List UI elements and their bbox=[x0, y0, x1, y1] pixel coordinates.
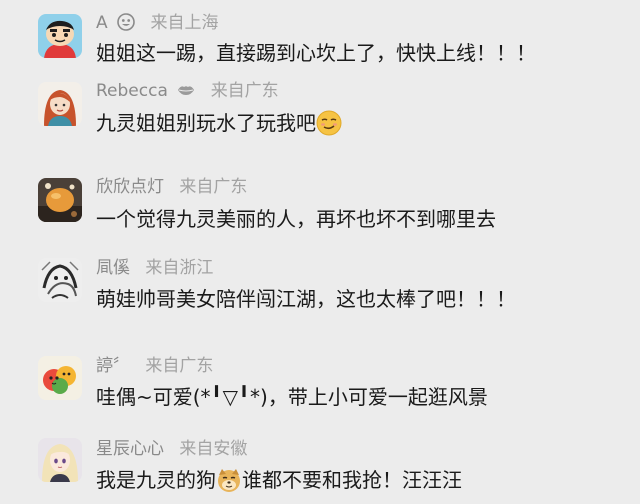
user-avatar[interactable] bbox=[38, 438, 82, 482]
comment-text: 一个觉得九灵美丽的人，再坏也坏不到哪里去 bbox=[96, 207, 496, 231]
username[interactable]: Rebecca bbox=[96, 81, 168, 101]
doge-emoji bbox=[218, 469, 240, 492]
crayon-shinchan-avatar bbox=[38, 14, 82, 58]
comment-meta: 星辰心心 来自安徽 bbox=[96, 438, 247, 460]
location-label: 来自广东 bbox=[179, 177, 248, 197]
comment-text: 九灵姐姐别玩水了玩我吧 bbox=[96, 108, 342, 138]
comment-text: 哇偶~可爱(*╹▽╹*)，带上小可爱一起逛风景 bbox=[96, 385, 488, 409]
comment-text-after: 谁都不要和我抢！汪汪汪 bbox=[242, 468, 462, 492]
username[interactable]: 諪〞 bbox=[96, 356, 130, 376]
user-avatar[interactable] bbox=[38, 356, 82, 400]
comment-text: 姐姐这一踢，直接踢到心坎上了，快快上线！！！ bbox=[96, 41, 536, 65]
comment-meta: 凬傒 来自浙江 bbox=[96, 257, 213, 279]
location-label: 来自广东 bbox=[210, 81, 279, 101]
ink-sketch-avatar bbox=[38, 258, 82, 302]
username[interactable]: 欣欣点灯 bbox=[96, 177, 164, 197]
location-label: 来自安徽 bbox=[179, 439, 248, 459]
user-avatar[interactable] bbox=[38, 82, 82, 126]
username[interactable]: 星辰心心 bbox=[96, 439, 164, 459]
user-avatar[interactable] bbox=[38, 14, 82, 58]
location-label: 来自浙江 bbox=[145, 258, 214, 278]
comment-meta: 欣欣点灯 来自广东 bbox=[96, 176, 247, 198]
comment-meta: A 来自上海 bbox=[96, 12, 218, 34]
kiss-lips-icon bbox=[178, 86, 195, 95]
smug-face-emoji bbox=[316, 110, 342, 136]
comment-text: 萌娃帅哥美女陪伴闯江湖，这也太棒了吧！！！ bbox=[96, 287, 516, 311]
comment-meta: Rebecca 来自广东 bbox=[96, 80, 279, 102]
username[interactable]: 凬傒 bbox=[96, 258, 130, 278]
comment-list: A 来自上海 姐姐这一踢，直接踢到心坎上了，快快上线！！！ Rebecca 来自… bbox=[0, 0, 640, 504]
colorful-cartoon-avatar bbox=[38, 356, 82, 400]
location-label: 来自上海 bbox=[150, 13, 219, 33]
comment-text: 我是九灵的狗 谁都不要和我抢！汪汪汪 bbox=[96, 465, 462, 495]
red-hair-girl-avatar bbox=[38, 82, 82, 126]
anime-girl-avatar bbox=[38, 438, 82, 482]
ghost-badge-icon bbox=[117, 13, 135, 31]
user-avatar[interactable] bbox=[38, 258, 82, 302]
username[interactable]: A bbox=[96, 13, 108, 33]
comment-text-before: 我是九灵的狗 bbox=[96, 468, 216, 492]
comment-text-content: 九灵姐姐别玩水了玩我吧 bbox=[96, 111, 316, 135]
location-label: 来自广东 bbox=[145, 356, 214, 376]
comment-meta: 諪〞 来自广东 bbox=[96, 355, 213, 377]
user-avatar[interactable] bbox=[38, 178, 82, 222]
food-photo-avatar bbox=[38, 178, 82, 222]
